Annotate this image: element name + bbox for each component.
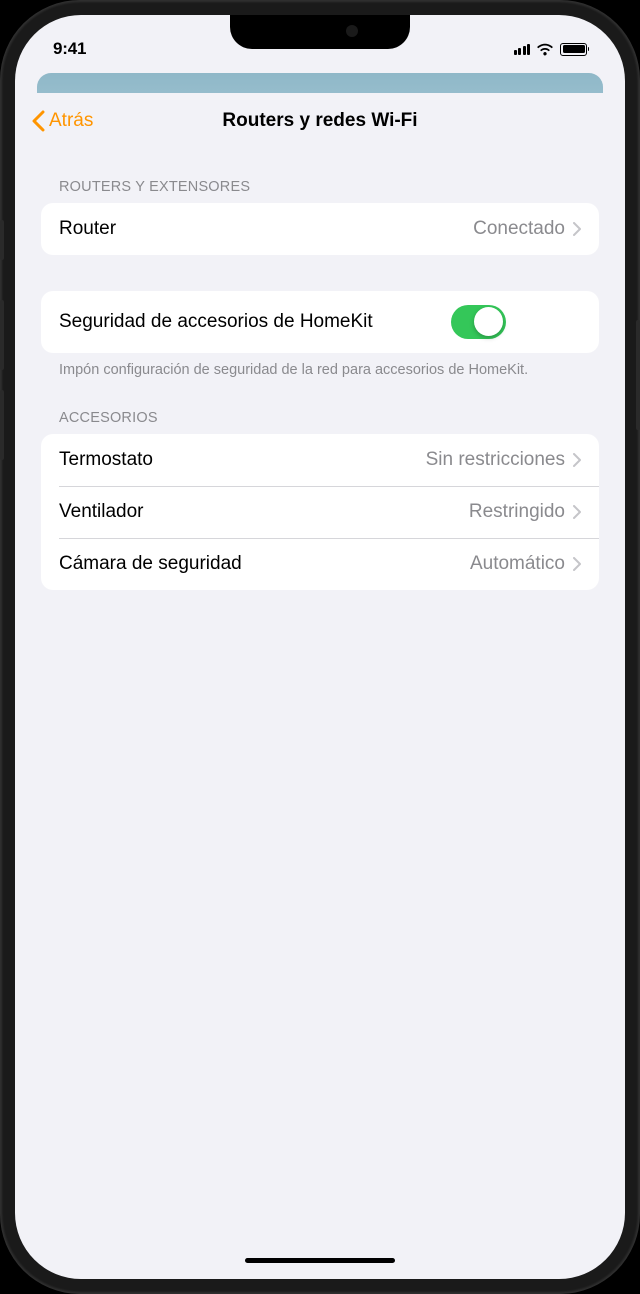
- battery-icon: [560, 43, 587, 56]
- camera-dot: [346, 25, 358, 37]
- router-value: Conectado: [473, 218, 565, 240]
- nav-bar: Atrás Routers y redes Wi-Fi: [21, 93, 619, 149]
- accessory-security-label: Seguridad de accesorios de HomeKit: [59, 310, 451, 334]
- security-card: Seguridad de accesorios de HomeKit: [41, 291, 599, 353]
- power-button: [636, 320, 640, 430]
- content-area: ROUTERS Y EXTENSORES Router Conectado Se…: [21, 149, 619, 590]
- wifi-icon: [536, 42, 554, 56]
- back-label: Atrás: [49, 110, 93, 132]
- camera-row[interactable]: Cámara de seguridad Automático: [41, 538, 599, 590]
- phone-screen: 9:41: [15, 15, 625, 1279]
- volume-down-button: [0, 390, 4, 460]
- status-time: 9:41: [53, 39, 86, 59]
- page-title: Routers y redes Wi-Fi: [222, 110, 417, 132]
- chevron-right-icon: [573, 505, 581, 519]
- silent-switch: [0, 220, 4, 260]
- settings-sheet: Atrás Routers y redes Wi-Fi ROUTERS Y EX…: [21, 93, 619, 1273]
- fan-row[interactable]: Ventilador Restringido: [41, 486, 599, 538]
- accessories-section-header: ACCESORIOS: [41, 380, 599, 434]
- accessories-card: Termostato Sin restricciones Ventilador …: [41, 434, 599, 589]
- routers-section-header: ROUTERS Y EXTENSORES: [41, 149, 599, 203]
- fan-value: Restringido: [469, 501, 565, 523]
- chevron-right-icon: [573, 557, 581, 571]
- accessory-security-row[interactable]: Seguridad de accesorios de HomeKit: [41, 291, 599, 353]
- routers-card: Router Conectado: [41, 203, 599, 255]
- chevron-left-icon: [31, 110, 45, 132]
- router-label: Router: [59, 217, 473, 241]
- thermostat-label: Termostato: [59, 448, 426, 472]
- accessory-security-toggle[interactable]: [451, 305, 506, 339]
- camera-label: Cámara de seguridad: [59, 552, 470, 576]
- toggle-knob: [474, 307, 503, 336]
- notch: [230, 15, 410, 49]
- back-button[interactable]: Atrás: [31, 110, 93, 132]
- security-section-footer: Impón configuración de seguridad de la r…: [41, 353, 599, 381]
- phone-frame: 9:41: [0, 0, 640, 1294]
- cellular-icon: [514, 43, 531, 55]
- volume-up-button: [0, 300, 4, 370]
- chevron-right-icon: [573, 222, 581, 236]
- home-indicator[interactable]: [245, 1258, 395, 1263]
- camera-value: Automático: [470, 553, 565, 575]
- status-icons: [514, 42, 588, 56]
- fan-label: Ventilador: [59, 500, 469, 524]
- thermostat-value: Sin restricciones: [426, 449, 565, 471]
- router-row[interactable]: Router Conectado: [41, 203, 599, 255]
- chevron-right-icon: [573, 453, 581, 467]
- thermostat-row[interactable]: Termostato Sin restricciones: [41, 434, 599, 486]
